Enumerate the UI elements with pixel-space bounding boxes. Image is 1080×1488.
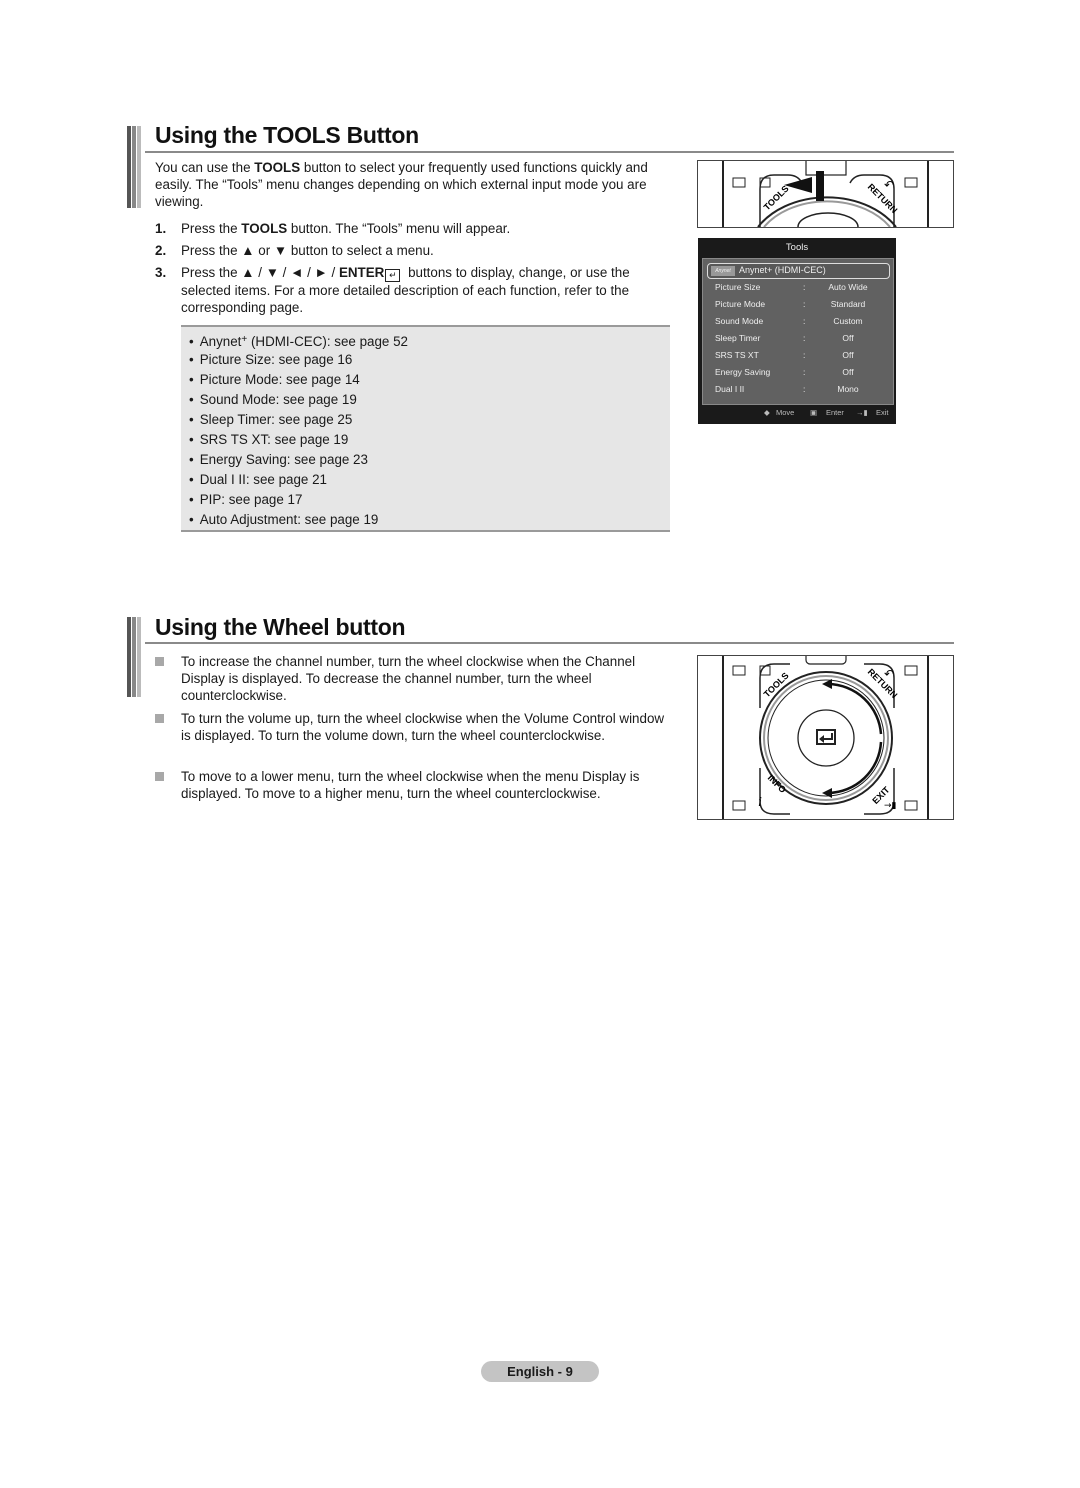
tools-menu-title: Tools: [785, 242, 809, 253]
list-item: Picture Mode: see page 14: [189, 370, 408, 390]
enter-icon: ▣: [810, 408, 818, 417]
square-bullet-icon: [155, 772, 164, 781]
exit-hint: Exit: [876, 408, 889, 417]
tools-menu-list: Anynet Anynet+ (HDMI-CEC) Picture Size: A…: [702, 258, 894, 405]
info-icon: i: [758, 795, 762, 810]
anynet-logo-icon: Anynet: [711, 266, 735, 276]
move-icon: ◆: [764, 408, 770, 417]
intro-bold: TOOLS: [254, 160, 301, 175]
square-bullet-icon: [155, 657, 164, 666]
return-icon: ↶: [884, 667, 894, 681]
section-rule: [145, 642, 954, 644]
section-rule: [145, 151, 954, 153]
exit-icon: →▮: [856, 408, 868, 417]
section-title-wheel: Using the Wheel button: [155, 614, 406, 640]
list-item: Energy Saving: see page 23: [189, 450, 408, 470]
tools-menu-selected-item[interactable]: Anynet Anynet+ (HDMI-CEC): [707, 263, 890, 279]
step-number: 3.: [155, 265, 167, 280]
tools-menu-row[interactable]: Picture Size: Auto Wide: [715, 282, 885, 299]
section-marker: [127, 617, 141, 697]
page-number-badge: English - 9: [481, 1361, 599, 1382]
step-text: Press the ▲ or ▼ button to select a menu…: [181, 243, 434, 258]
move-hint: Move: [776, 408, 795, 417]
tools-menu-row[interactable]: Energy Saving: Off: [715, 367, 885, 384]
see-page-list: Anynet+ (HDMI-CEC): see page 52 Picture …: [181, 325, 670, 532]
exit-icon: →▮: [884, 801, 897, 811]
remote-wheel-graphic: TOOLS RETURN ↶ INFO i EXIT →▮: [722, 656, 929, 819]
list-item: Dual I II: see page 21: [189, 470, 408, 490]
selected-item-label: Anynet+ (HDMI-CEC): [739, 265, 826, 275]
tools-menu-row[interactable]: Dual I II: Mono: [715, 384, 885, 401]
info-label: INFO: [766, 773, 788, 795]
step-number: 2.: [155, 243, 167, 258]
step-text: Press the ▲ / ▼ / ◄ / ► / ENTER ↵ buttons…: [181, 265, 630, 315]
tools-menu-row[interactable]: Sleep Timer: Off: [715, 333, 885, 350]
list-item: SRS TS XT: see page 19: [189, 430, 408, 450]
section-title-tools: Using the TOOLS Button: [155, 122, 419, 148]
step-number: 1.: [155, 221, 167, 236]
tools-menu-row[interactable]: SRS TS XT: Off: [715, 350, 885, 367]
square-bullet-icon: [155, 714, 164, 723]
return-icon: ↶: [884, 178, 894, 192]
enter-icon: ↵: [385, 269, 401, 282]
step-text: Press the TOOLS button. The “Tools” menu…: [181, 221, 511, 236]
remote-wheel-illustration: TOOLS RETURN ↶ INFO i EXIT →▮: [697, 655, 954, 820]
section-marker: [127, 126, 141, 208]
intro-paragraph: You can use the TOOLS button to select y…: [155, 159, 670, 210]
list-item: PIP: see page 17: [189, 490, 408, 510]
tools-menu-row[interactable]: Picture Mode: Standard: [715, 299, 885, 316]
remote-tools-illustration: TOOLS RETURN ↶: [697, 160, 954, 228]
list-item: Auto Adjustment: see page 19: [189, 510, 408, 530]
tools-label: TOOLS: [762, 183, 791, 212]
intro-text: You can use the: [155, 160, 255, 175]
list-item: Anynet+ (HDMI-CEC): see page 52: [189, 330, 408, 350]
list-item: Sleep Timer: see page 25: [189, 410, 408, 430]
list-item: Picture Size: see page 16: [189, 350, 408, 370]
list-item: Sound Mode: see page 19: [189, 390, 408, 410]
remote-top-graphic: TOOLS RETURN ↶: [722, 161, 929, 227]
tools-menu-row[interactable]: Sound Mode: Custom: [715, 316, 885, 333]
enter-hint: Enter: [826, 408, 844, 417]
tools-menu-screen: Tools Anynet Anynet+ (HDMI-CEC) Picture …: [698, 238, 896, 424]
